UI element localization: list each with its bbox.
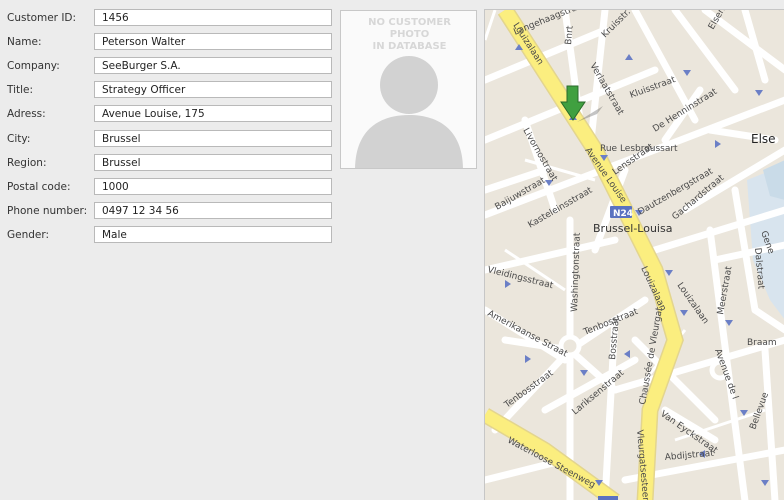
field-label: Adress: — [7, 108, 46, 120]
field-company: Company: SeeBurger S.A. — [0, 57, 340, 75]
field-name: Name: Peterson Walter — [0, 33, 340, 51]
field-address: Adress: Avenue Louise, 175 — [0, 105, 340, 123]
field-label: Company: — [7, 60, 60, 72]
field-region: Region: Brussel — [0, 154, 340, 172]
field-label: Phone number: — [7, 205, 88, 217]
field-phone: Phone number: 0497 12 34 56 — [0, 202, 340, 220]
field-label: Customer ID: — [7, 12, 77, 24]
field-label: Postal code: — [7, 181, 71, 193]
field-label: Gender: — [7, 229, 50, 241]
address-value[interactable]: Avenue Louise, 175 — [94, 105, 332, 122]
street-map: Langehaagstraat Kruisstr. Kluisstraat De… — [485, 10, 784, 500]
region-value[interactable]: Brussel — [94, 154, 332, 171]
street-label: Braam — [747, 338, 777, 348]
city-value[interactable]: Brussel — [94, 130, 332, 147]
photo-placeholder-line2: IN DATABASE — [372, 41, 447, 52]
photo-placeholder-text: NO CUSTOMER PHOTO IN DATABASE — [341, 17, 476, 53]
route-shield-label: N24 — [613, 209, 633, 219]
location-map[interactable]: Langehaagstraat Kruisstr. Kluisstraat De… — [484, 9, 784, 500]
field-label: Title: — [7, 84, 34, 96]
postal-code-value[interactable]: 1000 — [94, 178, 332, 195]
name-value[interactable]: Peterson Walter — [94, 33, 332, 50]
district-label: Brussel-Louisa — [593, 222, 672, 235]
field-customer-id: Customer ID: 1456 — [0, 9, 340, 27]
field-gender: Gender: Male — [0, 226, 340, 244]
phone-value[interactable]: 0497 12 34 56 — [94, 202, 332, 219]
place-label: Else — [751, 132, 776, 146]
street-label: Bnrt — [564, 25, 576, 45]
field-label: Region: — [7, 157, 47, 169]
customer-id-value[interactable]: 1456 — [94, 9, 332, 26]
field-postal-code: Postal code: 1000 — [0, 178, 340, 196]
field-city: City: Brussel — [0, 130, 340, 148]
photo-placeholder-line1: NO CUSTOMER PHOTO — [368, 17, 451, 40]
title-value[interactable]: Strategy Officer — [94, 81, 332, 98]
gender-value[interactable]: Male — [94, 226, 332, 243]
company-value[interactable]: SeeBurger S.A. — [94, 57, 332, 74]
field-title: Title: Strategy Officer — [0, 81, 340, 99]
field-label: Name: — [7, 36, 42, 48]
field-label: City: — [7, 133, 31, 145]
customer-photo-placeholder: NO CUSTOMER PHOTO IN DATABASE — [340, 10, 477, 169]
